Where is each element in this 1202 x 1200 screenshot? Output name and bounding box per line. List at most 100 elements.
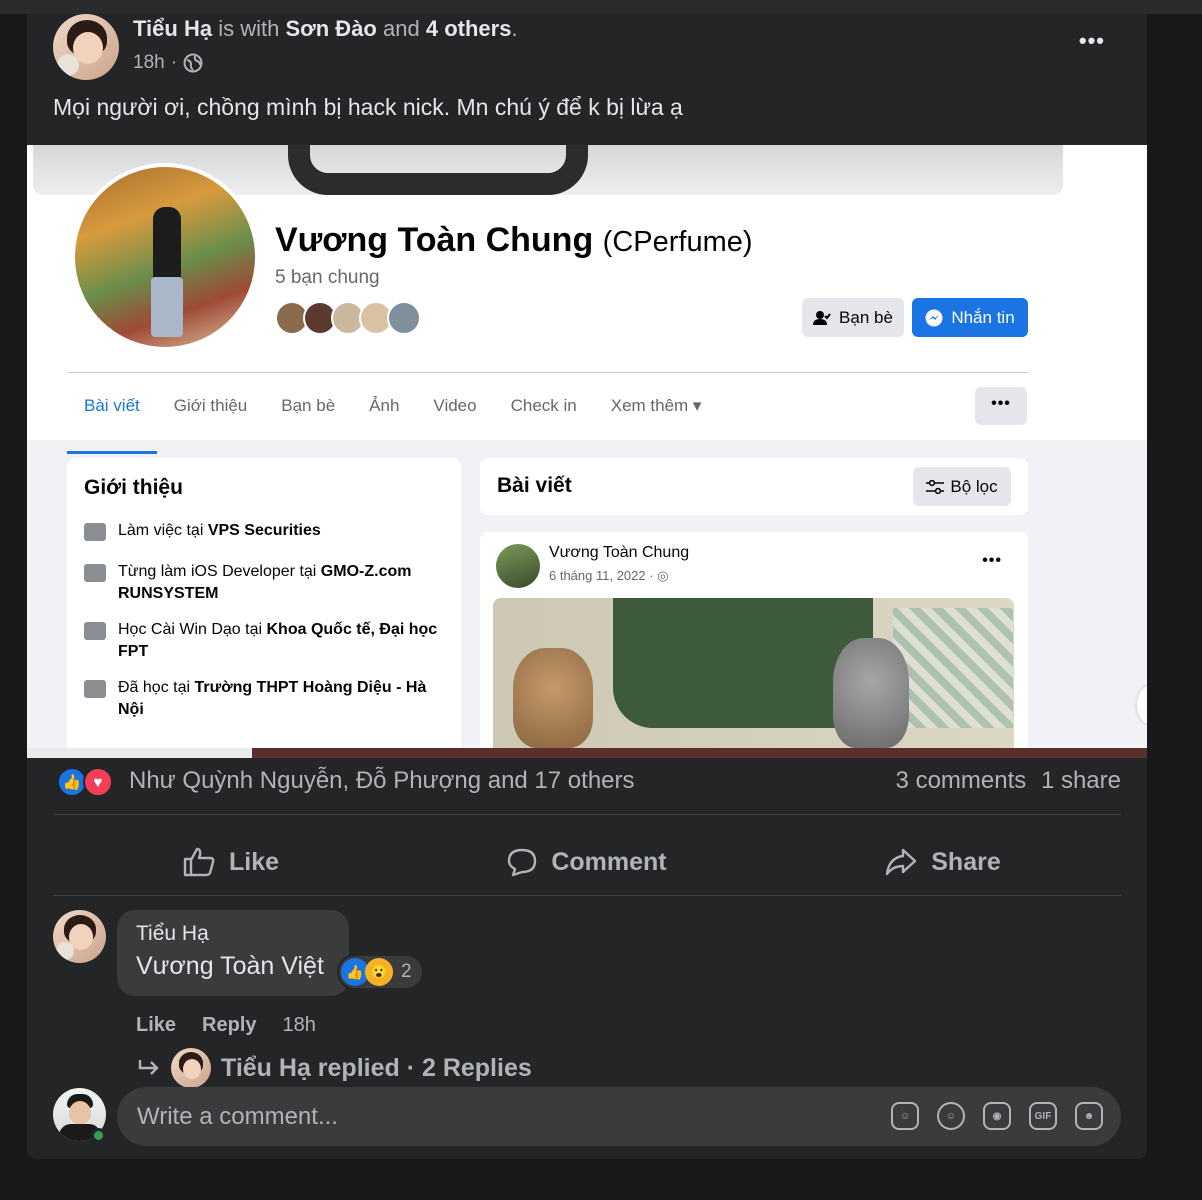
comments-count[interactable]: 3 comments: [896, 767, 1027, 794]
comment-button[interactable]: Comment: [409, 829, 765, 895]
friends-button: Bạn bè: [802, 298, 904, 337]
comment-reaction-count: 2: [401, 961, 412, 982]
comment-reply-button[interactable]: Reply: [202, 1014, 256, 1037]
profile-header-area: Vương Toàn Chung (CPerfume) 5 bạn chung …: [27, 145, 1147, 454]
tab-about: Giới thiệu: [173, 396, 248, 415]
intro-item: Từng làm iOS Developer tại GMO-Z.com RUN…: [84, 561, 444, 605]
with-text: is with: [218, 16, 280, 41]
posts-title: Bài viết: [497, 474, 572, 497]
commenter-avatar[interactable]: [53, 910, 106, 963]
others-link[interactable]: 4 others: [426, 16, 512, 41]
gif-icon[interactable]: GIF: [1029, 1102, 1057, 1130]
comment-time[interactable]: 18h: [283, 1014, 316, 1037]
comment-reactions[interactable]: 👍 😮 2: [339, 956, 422, 988]
post-more-icon[interactable]: •••: [1079, 28, 1105, 54]
reactions-summary: 👍 ♥ Như Quỳnh Nguyễn, Đỗ Phượng and 17 o…: [53, 763, 1121, 803]
post-card: Tiểu Hạ is with Sơn Đào and 4 others. 18…: [27, 14, 1147, 1159]
scroll-arrow: [1137, 685, 1147, 725]
sticker-icon[interactable]: ☻: [1075, 1102, 1103, 1130]
inner-post-author: Vương Toàn Chung: [549, 544, 690, 561]
comment-input[interactable]: Write a comment... ☺ ☺ ◉ GIF ☻: [117, 1087, 1121, 1146]
replies-text: Tiểu Hạ replied · 2 Replies: [221, 1053, 532, 1082]
tab-friends: Bạn bè: [281, 396, 336, 415]
reply-arrow-icon: [138, 1060, 159, 1075]
like-button[interactable]: Like: [53, 829, 409, 895]
wow-reaction-icon: 😮: [365, 958, 393, 986]
tagged-name[interactable]: Sơn Đào: [285, 16, 376, 41]
briefcase-icon: [84, 564, 106, 582]
shares-count[interactable]: 1 share: [1041, 767, 1121, 794]
inner-post-date-text: 6 tháng 11, 2022 ·: [549, 568, 654, 583]
taskbar-left: [27, 748, 252, 758]
author-avatar[interactable]: [53, 14, 119, 80]
reaction-icons[interactable]: 👍 ♥: [57, 767, 113, 797]
composer-icons: ☺ ☺ ◉ GIF ☻: [891, 1102, 1103, 1130]
reaction-names[interactable]: Như Quỳnh Nguyễn, Đỗ Phượng and 17 other…: [129, 767, 635, 795]
profile-picture: [71, 163, 259, 351]
tab-posts: Bài viết: [67, 385, 157, 454]
author-name[interactable]: Tiểu Hạ: [133, 16, 212, 41]
profile-divider: [67, 372, 1029, 373]
comment-bubble: Tiểu Hạ Vương Toàn Việt: [117, 910, 349, 996]
meta-dot: ·: [170, 52, 178, 73]
post-header: Tiểu Hạ is with Sơn Đào and 4 others. 18…: [53, 14, 1117, 84]
graduation-cap-icon: [84, 680, 106, 698]
divider: [53, 814, 1121, 815]
comment-icon: [508, 848, 537, 877]
post-stats: 3 comments 1 share: [896, 767, 1121, 795]
thumbs-up-icon: [183, 847, 215, 877]
share-button[interactable]: Share: [765, 829, 1121, 895]
intro-item-prefix: Làm việc tại: [118, 522, 208, 539]
divider: [53, 895, 1121, 896]
messenger-icon: [925, 309, 943, 326]
tab-checkin: Check in: [510, 396, 577, 415]
comment-placeholder: Write a comment...: [137, 1103, 338, 1130]
message-button-label: Nhắn tin: [951, 307, 1015, 327]
view-replies[interactable]: Tiểu Hạ replied · 2 Replies: [137, 1048, 532, 1088]
intro-item-bold: VPS Securities: [207, 522, 321, 539]
inner-post-more-icon: •••: [982, 552, 1002, 569]
post-actions: Like Comment Share: [53, 829, 1121, 895]
replier-avatar: [171, 1048, 211, 1088]
profile-name-text: Vương Toàn Chung: [275, 221, 594, 259]
intro-item-prefix: Học Cài Win Dạo tại: [118, 621, 267, 638]
online-status-dot: [91, 1128, 106, 1143]
share-icon: [886, 848, 917, 876]
like-label: Like: [228, 847, 280, 876]
comment-text: Vương Toàn Việt: [136, 952, 324, 980]
share-label: Share: [931, 847, 1001, 876]
filter-label: Bộ lọc: [950, 476, 998, 496]
post-time[interactable]: 18h: [133, 52, 165, 74]
avatar-sticker-icon[interactable]: ☺: [891, 1102, 919, 1130]
and-text: and: [383, 16, 420, 41]
profile-alias: (CPerfume): [602, 226, 753, 258]
globe-icon: ◎: [657, 568, 669, 583]
message-button: Nhắn tin: [912, 298, 1028, 337]
filter-icon: [926, 479, 945, 494]
camera-icon[interactable]: ◉: [983, 1102, 1011, 1130]
briefcase-icon: [84, 523, 106, 541]
friend-check-icon: [813, 310, 831, 325]
attached-screenshot[interactable]: Vương Toàn Chung (CPerfume) 5 bạn chung …: [27, 145, 1147, 758]
inner-post-date: 6 tháng 11, 2022 · ◎: [549, 568, 669, 584]
globe-icon: [183, 53, 203, 73]
mutual-friend-avatars: [275, 301, 421, 335]
comment-author[interactable]: Tiểu Hạ: [136, 922, 209, 946]
inner-post-avatar: [496, 544, 540, 588]
intro-item: Học Cài Win Dạo tại Khoa Quốc tế, Đại họ…: [84, 619, 444, 663]
friends-button-label: Bạn bè: [839, 307, 893, 327]
mutual-friends: 5 bạn chung: [275, 267, 380, 288]
comment-like-button[interactable]: Like: [136, 1014, 176, 1037]
intro-item-prefix: Đã học tại: [118, 679, 195, 696]
author-line: Tiểu Hạ is with Sơn Đào and 4 others.: [133, 16, 518, 42]
intro-title: Giới thiệu: [84, 476, 183, 499]
profile-tabs: Bài viết Giới thiệu Bạn bè Ảnh Video Che…: [67, 385, 718, 454]
taskbar: [252, 748, 1147, 758]
intro-card: Giới thiệu Làm việc tại VPS Securities T…: [67, 458, 461, 758]
comment-label: Comment: [551, 847, 667, 876]
intro-item: Đã học tại Trường THPT Hoàng Diệu - Hà N…: [84, 677, 444, 721]
comment-actions: Like Reply 18h: [136, 1014, 316, 1037]
emoji-icon[interactable]: ☺: [937, 1102, 965, 1130]
tabs-more-icon: •••: [975, 387, 1027, 425]
posts-header: Bài viết Bộ lọc: [480, 458, 1028, 515]
